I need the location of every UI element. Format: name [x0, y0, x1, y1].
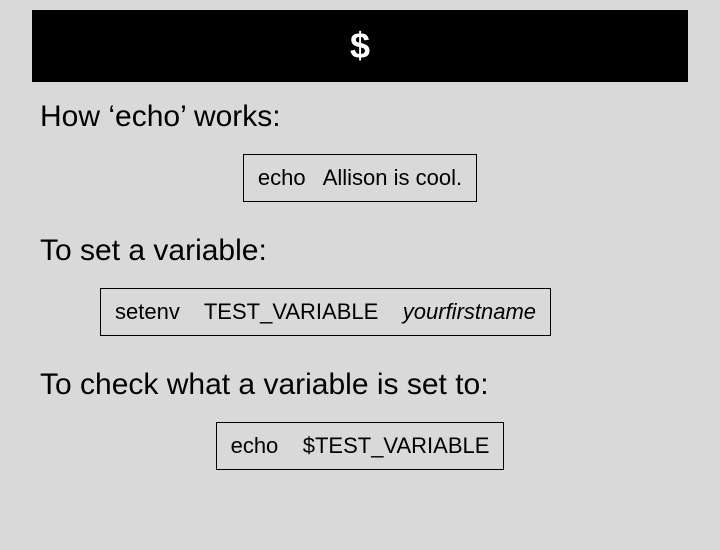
section-set-var: To set a variable: setenv TEST_VARIABLE …: [40, 234, 680, 336]
code-box-setenv: setenv TEST_VARIABLE yourfirstname: [100, 288, 551, 336]
section-check-var: To check what a variable is set to: echo…: [40, 368, 680, 470]
code-box-check: echo $TEST_VARIABLE: [216, 422, 505, 470]
code-box-wrap: echo $TEST_VARIABLE: [40, 422, 680, 470]
code-box-wrap: setenv TEST_VARIABLE yourfirstname: [40, 288, 680, 336]
code-setenv-cmd: setenv TEST_VARIABLE: [115, 299, 403, 324]
code-box-echo: echo Allison is cool.: [243, 154, 477, 202]
content-area: How ‘echo’ works: echo Allison is cool. …: [0, 82, 720, 470]
code-box-wrap: echo Allison is cool.: [40, 154, 680, 202]
heading-set-var: To set a variable:: [40, 234, 680, 268]
code-setenv-arg: yourfirstname: [403, 299, 536, 324]
title-bar: $: [32, 10, 688, 82]
heading-check-var: To check what a variable is set to:: [40, 368, 680, 402]
section-echo-works: How ‘echo’ works: echo Allison is cool.: [40, 100, 680, 202]
heading-echo-works: How ‘echo’ works:: [40, 100, 680, 134]
title-text: $: [350, 25, 370, 67]
